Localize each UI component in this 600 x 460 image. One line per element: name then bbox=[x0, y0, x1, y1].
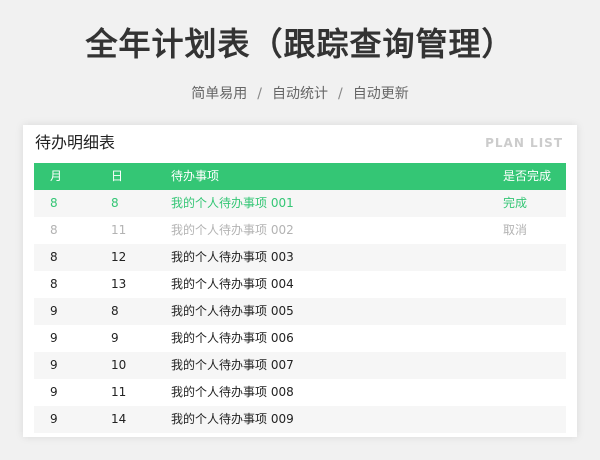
column-header-task[interactable]: 待办事项 bbox=[171, 163, 219, 190]
cell-day: 11 bbox=[111, 385, 127, 399]
feature-separator: / bbox=[338, 86, 343, 102]
cell-month: 9 bbox=[50, 412, 58, 426]
feature-separator: / bbox=[257, 86, 262, 102]
table-row[interactable]: 9 14 我的个人待办事项 009 bbox=[34, 406, 566, 433]
cell-day: 12 bbox=[111, 250, 127, 264]
table-row[interactable]: 9 10 我的个人待办事项 007 bbox=[34, 352, 566, 379]
cell-day: 9 bbox=[111, 331, 119, 345]
cell-day: 14 bbox=[111, 412, 127, 426]
cell-month: 9 bbox=[50, 385, 58, 399]
page-title: 全年计划表（跟踪查询管理） bbox=[85, 25, 515, 63]
cell-task: 我的个人待办事项 004 bbox=[171, 277, 294, 291]
table-row[interactable]: 9 8 我的个人待办事项 005 bbox=[34, 298, 566, 325]
cell-task: 我的个人待办事项 005 bbox=[171, 304, 294, 318]
card-title: 待办明细表 bbox=[35, 133, 116, 152]
cell-day: 10 bbox=[111, 358, 127, 372]
table-row[interactable]: 8 8 我的个人待办事项 001 完成 bbox=[34, 190, 566, 217]
table-row[interactable]: 9 9 我的个人待办事项 006 bbox=[34, 325, 566, 352]
feature-easy: 简单易用 bbox=[191, 86, 248, 102]
table-row[interactable]: 8 12 我的个人待办事项 003 bbox=[34, 244, 566, 271]
table-row[interactable]: 9 11 我的个人待办事项 008 bbox=[34, 379, 566, 406]
table-header-row: 月 日 待办事项 是否完成 bbox=[34, 163, 566, 190]
table-row[interactable]: 8 11 我的个人待办事项 002 取消 bbox=[34, 217, 566, 244]
cell-task: 我的个人待办事项 007 bbox=[171, 358, 294, 372]
table-row[interactable]: 8 13 我的个人待办事项 004 bbox=[34, 271, 566, 298]
card-tag: PLAN LIST bbox=[485, 136, 563, 150]
cell-task: 我的个人待办事项 001 bbox=[171, 196, 294, 210]
feature-auto-stats: 自动统计 bbox=[272, 86, 328, 102]
feature-subtitle: 简单易用 / 自动统计 / 自动更新 bbox=[0, 84, 600, 104]
cell-task: 我的个人待办事项 002 bbox=[171, 223, 294, 237]
cell-month: 9 bbox=[50, 331, 58, 345]
cell-day: 8 bbox=[111, 196, 119, 210]
cell-status: 取消 bbox=[503, 223, 528, 237]
cell-task: 我的个人待办事项 009 bbox=[171, 412, 294, 426]
feature-auto-update: 自动更新 bbox=[352, 86, 409, 102]
cell-day: 11 bbox=[111, 223, 127, 237]
cell-month: 8 bbox=[50, 250, 58, 264]
column-header-day[interactable]: 日 bbox=[111, 163, 123, 190]
cell-month: 8 bbox=[50, 196, 58, 210]
column-header-status[interactable]: 是否完成 bbox=[503, 163, 551, 190]
column-header-month[interactable]: 月 bbox=[50, 163, 62, 190]
todo-table: 月 日 待办事项 是否完成 8 8 我的个人待办事项 001 完成 8 11 我的个人待办事… bbox=[34, 163, 566, 433]
plan-list-card: 待办明细表 PLAN LIST 月 日 待办事项 是否完成 8 8 我的个人待办事项… bbox=[23, 125, 577, 437]
cell-task: 我的个人待办事项 003 bbox=[171, 250, 294, 264]
cell-task: 我的个人待办事项 008 bbox=[171, 385, 294, 399]
cell-task: 我的个人待办事项 006 bbox=[171, 331, 294, 345]
cell-month: 9 bbox=[50, 358, 58, 372]
cell-day: 8 bbox=[111, 304, 119, 318]
cell-status: 完成 bbox=[503, 196, 528, 210]
cell-day: 13 bbox=[111, 277, 127, 291]
cell-month: 8 bbox=[50, 277, 58, 291]
cell-month: 9 bbox=[50, 304, 58, 318]
cell-month: 8 bbox=[50, 223, 58, 237]
